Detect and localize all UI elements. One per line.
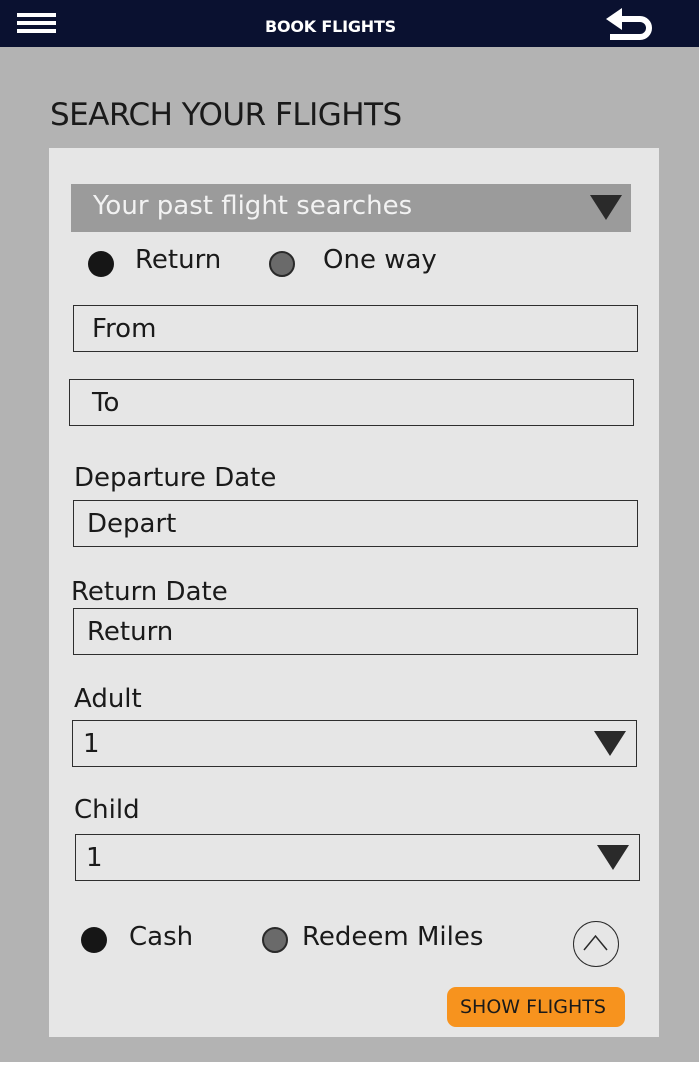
show-flights-label: SHOW FLIGHTS bbox=[460, 996, 606, 1018]
cash-radio-label: Cash bbox=[129, 922, 194, 952]
top-bar: BOOK FLIGHTS bbox=[0, 0, 699, 47]
past-searches-dropdown[interactable]: Your past flight searches bbox=[71, 184, 631, 232]
chevron-up-icon bbox=[583, 934, 608, 951]
show-flights-button[interactable]: SHOW FLIGHTS bbox=[447, 987, 625, 1027]
departure-date-label: Departure Date bbox=[74, 463, 277, 493]
from-field[interactable]: From bbox=[73, 305, 638, 352]
triangle-down-icon bbox=[594, 731, 626, 756]
one-way-radio-label: One way bbox=[323, 245, 437, 275]
return-placeholder: Return bbox=[87, 617, 174, 647]
past-searches-label: Your past flight searches bbox=[93, 191, 413, 221]
to-placeholder: To bbox=[92, 388, 120, 418]
return-radio[interactable] bbox=[88, 251, 114, 277]
child-select[interactable]: 1 bbox=[75, 834, 640, 881]
scroll-up-button[interactable] bbox=[573, 921, 619, 967]
app-title: BOOK FLIGHTS bbox=[265, 17, 397, 36]
depart-date-field[interactable]: Depart bbox=[73, 500, 638, 547]
triangle-down-icon bbox=[597, 845, 629, 870]
child-label: Child bbox=[74, 795, 140, 825]
hamburger-menu-icon[interactable] bbox=[17, 13, 57, 35]
cash-radio[interactable] bbox=[81, 927, 107, 953]
adult-select[interactable]: 1 bbox=[72, 720, 637, 767]
to-field[interactable]: To bbox=[69, 379, 634, 426]
adult-value: 1 bbox=[83, 729, 100, 759]
triangle-down-icon bbox=[590, 195, 622, 220]
redeem-miles-radio-label: Redeem Miles bbox=[302, 922, 484, 952]
from-placeholder: From bbox=[92, 314, 157, 344]
return-date-label: Return Date bbox=[71, 577, 228, 607]
page-title: SEARCH YOUR FLIGHTS bbox=[50, 97, 402, 133]
back-arrow-icon[interactable] bbox=[600, 4, 656, 44]
one-way-radio[interactable] bbox=[269, 251, 295, 277]
redeem-miles-radio[interactable] bbox=[262, 927, 288, 953]
child-value: 1 bbox=[86, 843, 103, 873]
depart-placeholder: Depart bbox=[87, 509, 177, 539]
return-radio-label: Return bbox=[135, 245, 222, 275]
return-date-field[interactable]: Return bbox=[73, 608, 638, 655]
adult-label: Adult bbox=[74, 684, 142, 714]
